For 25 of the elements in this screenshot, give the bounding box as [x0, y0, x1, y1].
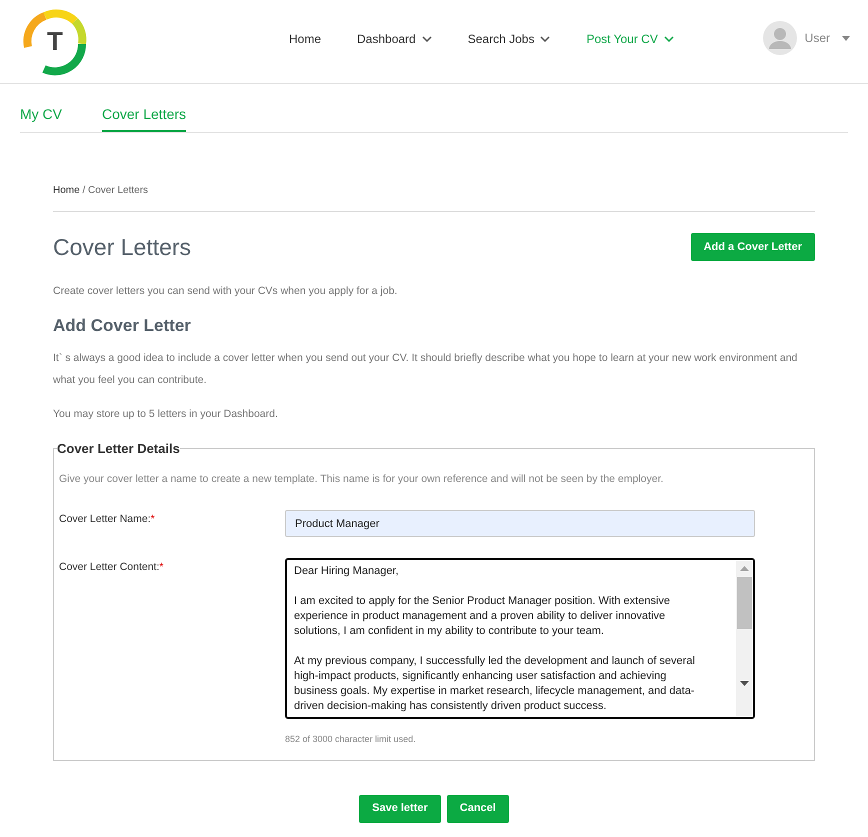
content-text-field[interactable]: Dear Hiring Manager, I am excited to apply for the Senior Product Manager position. With extensive experience in product management and a proven ability to deliver innovative solutions, I am confident in my ability to contribute to your team. At my previous company, I successfully led the development and launch of several high-impact products, significantly enhancing user satisfaction and achieving business goals. My expertise in market research, lifecycle management, and data- driven decision-making has consistently driven product success. [285, 558, 755, 719]
breadcrumb-link[interactable]: Home [53, 185, 80, 196]
name-input-field[interactable]: Product Manager [285, 510, 755, 537]
scroll-down-icon[interactable] [740, 681, 749, 686]
user-name[interactable]: User [804, 29, 830, 47]
field-label: Cover Letter Content:* [59, 560, 164, 575]
nav-link[interactable]: Search Jobs [468, 30, 550, 48]
scrollbar-thumb[interactable] [737, 577, 752, 629]
logo[interactable]: T [20, 6, 90, 76]
info-paragraph: It` s always a good idea to include a cover letter when you send out your CV. It should briefly describe what you hope to learn at your new work environment and what you feel you can contribute. [53, 350, 798, 388]
panel-legend: Cover Letter Details [57, 438, 180, 458]
scroll-up-icon[interactable] [740, 566, 749, 571]
breadcrumb-current: / Cover Letters [82, 185, 148, 196]
page-title: Cover Letters [53, 233, 192, 262]
info-paragraph: You may store up to 5 letters in your Dashboard. [53, 406, 279, 422]
intro-text: Create cover letters you can send with your CVs when you apply for a job. [53, 284, 398, 298]
scrollbar[interactable] [736, 560, 753, 717]
character-counter: 852 of 3000 character limit used. [285, 733, 417, 746]
avatar-icon[interactable] [762, 21, 797, 55]
nav-link[interactable]: Dashboard [357, 30, 432, 48]
section-title: Add Cover Letter [53, 315, 192, 338]
nav-link[interactable]: Home [289, 30, 322, 48]
panel-hint: Give your cover letter a name to create a new template. This name is for your own reference and will not be seen by the employer. [59, 472, 664, 488]
field-label: Cover Letter Name:* [59, 512, 156, 527]
caret-icon[interactable] [842, 36, 850, 40]
